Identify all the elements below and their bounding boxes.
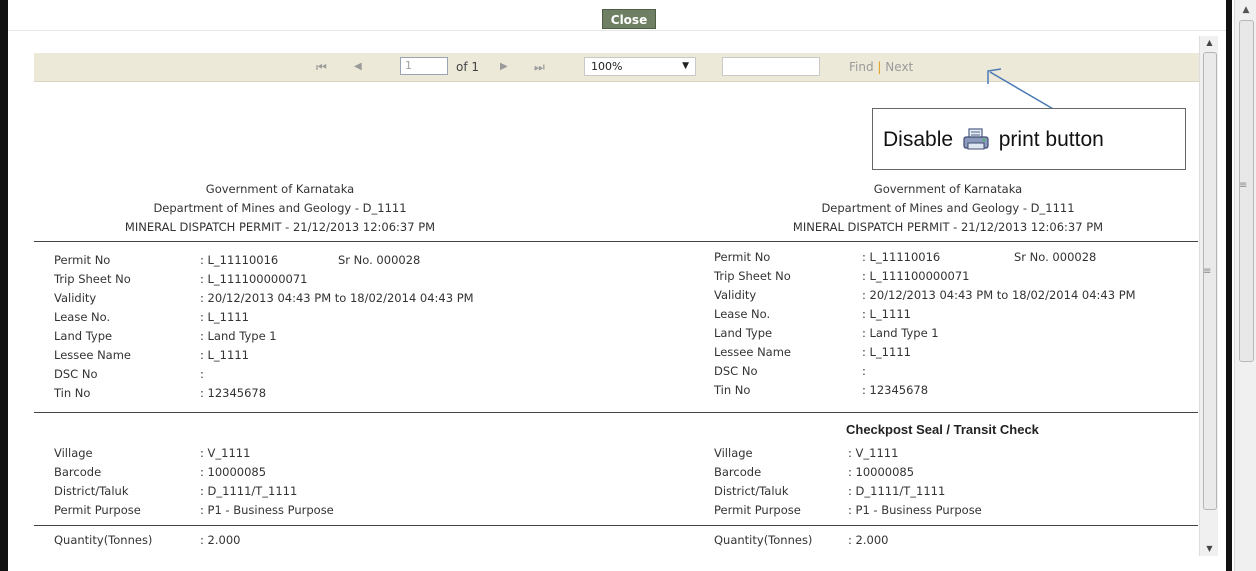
field-value: : Land Type 1 [862, 326, 939, 340]
field-label: Permit No [714, 250, 771, 264]
field-label: Lessee Name [714, 345, 791, 359]
field-value: : [862, 364, 866, 378]
field-value: : [200, 367, 204, 381]
field-value: : 12345678 [862, 383, 929, 397]
field-label: Trip Sheet No [54, 272, 131, 286]
field-value: : L_1111 [200, 310, 249, 324]
outer-scroll-thumb[interactable] [1239, 20, 1254, 362]
report-vertical-scrollbar[interactable]: ▲ ≡ ▼ [1199, 36, 1218, 556]
field-value: : L_1111 [862, 345, 911, 359]
field-label: Village [714, 446, 753, 460]
field-label: Quantity(Tonnes) [54, 533, 153, 547]
field-label: Lessee Name [54, 348, 131, 362]
field-label: Lease No. [54, 310, 111, 324]
field-value: : L_111100000071 [200, 272, 308, 286]
divider [34, 412, 1198, 413]
field-value: : L_1111 [862, 307, 911, 321]
field-label: Tin No [714, 383, 751, 397]
scroll-grip-icon: ≡ [1239, 180, 1248, 191]
close-button[interactable]: Close [602, 9, 656, 29]
field-value: : Land Type 1 [200, 329, 277, 343]
header-government-copy: Government of Karnataka [873, 182, 1023, 196]
field-label: Permit No [54, 253, 111, 267]
callout-text-before: Disable [883, 128, 954, 151]
field-value: : V_1111 [848, 446, 899, 460]
report-scroll-thumb[interactable] [1203, 52, 1217, 510]
field-label: Barcode [714, 465, 762, 479]
field-value: : 2.000 [200, 533, 241, 547]
field-value: : D_1111/T_1111 [200, 484, 298, 498]
field-label: Permit Purpose [714, 503, 801, 517]
scroll-grip-icon: ≡ [1203, 266, 1212, 277]
callout-arrow-icon [987, 68, 1056, 111]
header-government: Government of Karnataka [205, 182, 355, 196]
header-permit-title-copy: MINERAL DISPATCH PERMIT - 21/12/2013 12:… [792, 220, 1104, 234]
field-value: : 20/12/2013 04:43 PM to 18/02/2014 04:4… [200, 291, 474, 305]
field-label: Quantity(Tonnes) [714, 533, 813, 547]
callout-text-after: print button [998, 128, 1104, 151]
field-label: DSC No [54, 367, 98, 381]
field-value: : 10000085 [848, 465, 915, 479]
annotation-callout: Disable print button [872, 108, 1186, 170]
field-label: Barcode [54, 465, 102, 479]
field-label: Trip Sheet No [714, 269, 791, 283]
field-label: Village [54, 446, 93, 460]
field-label: Lease No. [714, 307, 771, 321]
field-value: : 20/12/2013 04:43 PM to 18/02/2014 04:4… [862, 288, 1136, 302]
field-value: : L_111100000071 [862, 269, 970, 283]
field-value: : L_11110016 [862, 250, 941, 264]
scroll-down-icon[interactable]: ▼ [1200, 544, 1218, 553]
field-value: : 10000085 [200, 465, 267, 479]
serial-number: Sr No. 000028 [1014, 250, 1097, 264]
field-value: : D_1111/T_1111 [848, 484, 946, 498]
header-department-copy: Department of Mines and Geology - D_1111 [821, 201, 1075, 215]
field-value: : P1 - Business Purpose [200, 503, 334, 517]
field-label: Permit Purpose [54, 503, 141, 517]
field-label: Validity [714, 288, 757, 302]
field-value: : 2.000 [848, 533, 889, 547]
field-label: Tin No [54, 386, 91, 400]
scroll-up-icon[interactable]: ▲ [1235, 2, 1256, 18]
field-label: District/Taluk [54, 484, 129, 498]
header-department: Department of Mines and Geology - D_1111 [153, 201, 407, 215]
outer-vertical-scrollbar[interactable]: ▲ ≡ [1234, 0, 1256, 571]
header-permit-title: MINERAL DISPATCH PERMIT - 21/12/2013 12:… [124, 220, 436, 234]
serial-number: Sr No. 000028 [338, 253, 421, 267]
field-value: : 12345678 [200, 386, 267, 400]
scroll-up-icon[interactable]: ▲ [1200, 38, 1218, 47]
report-dialog: Close ▲ ≡ ⏮ ◀ 1 of 1 ▶ ⏭ 100% ▼ Find | N… [0, 0, 1256, 571]
divider [34, 241, 1198, 242]
field-label: District/Taluk [714, 484, 789, 498]
field-value: : V_1111 [200, 446, 251, 460]
field-label: Validity [54, 291, 97, 305]
window-left-edge [0, 0, 8, 571]
field-value: : L_11110016 [200, 253, 279, 267]
divider [34, 525, 1198, 526]
field-label: Land Type [54, 329, 113, 343]
dialog-top-bar: Close [8, 0, 1232, 31]
window-right-edge [1226, 0, 1232, 571]
field-label: Land Type [714, 326, 773, 340]
field-value: : L_1111 [200, 348, 249, 362]
field-label: DSC No [714, 364, 758, 378]
checkpost-title: Checkpost Seal / Transit Check [846, 422, 1039, 437]
field-value: : P1 - Business Purpose [848, 503, 982, 517]
printer-icon [963, 128, 989, 150]
